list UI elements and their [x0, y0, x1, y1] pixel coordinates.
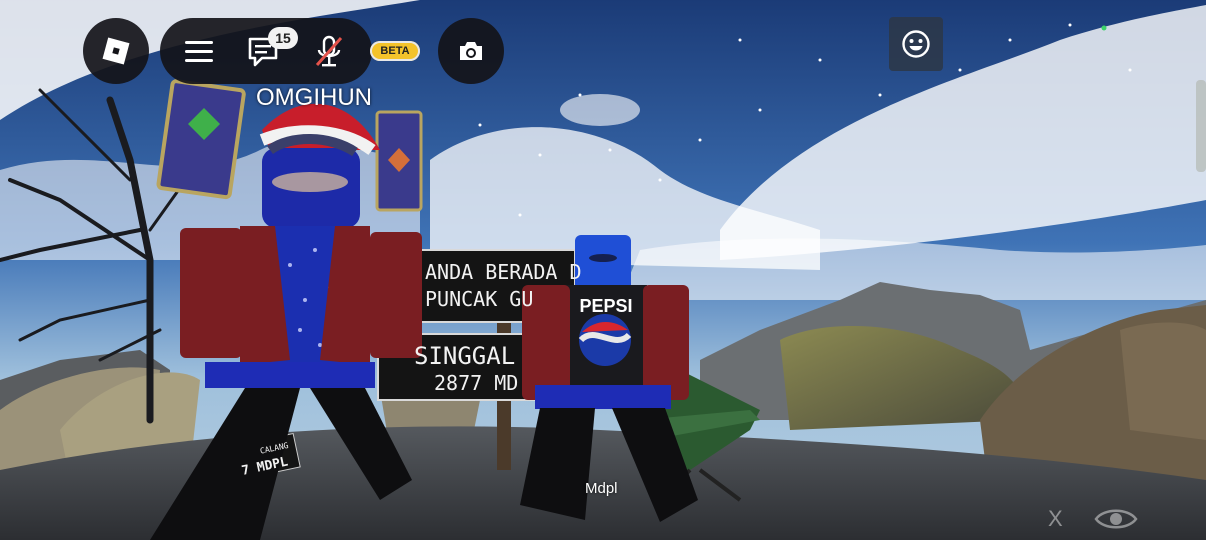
smiley-face-icon — [902, 30, 930, 58]
topbar-pill — [160, 18, 372, 84]
screenshot-button[interactable] — [438, 18, 504, 84]
svg-text:PEPSI: PEPSI — [579, 296, 632, 316]
x-control-label[interactable]: X — [1048, 506, 1063, 532]
voice-beta-badge: BETA — [370, 41, 420, 61]
player2-nametag: Mdpl — [585, 480, 618, 497]
hamburger-menu-icon[interactable] — [182, 34, 216, 68]
roblox-menu-button[interactable] — [83, 18, 149, 84]
microphone-muted-icon[interactable] — [312, 34, 346, 68]
camera-icon — [460, 42, 482, 60]
emote-button[interactable] — [889, 17, 943, 71]
eye-icon[interactable] — [1094, 505, 1138, 533]
chat-unread-badge: 15 — [268, 27, 298, 49]
player1-nametag: OMGIHUN — [256, 84, 372, 111]
side-panel-handle[interactable] — [1196, 80, 1206, 172]
roblox-logo-icon — [102, 37, 130, 65]
